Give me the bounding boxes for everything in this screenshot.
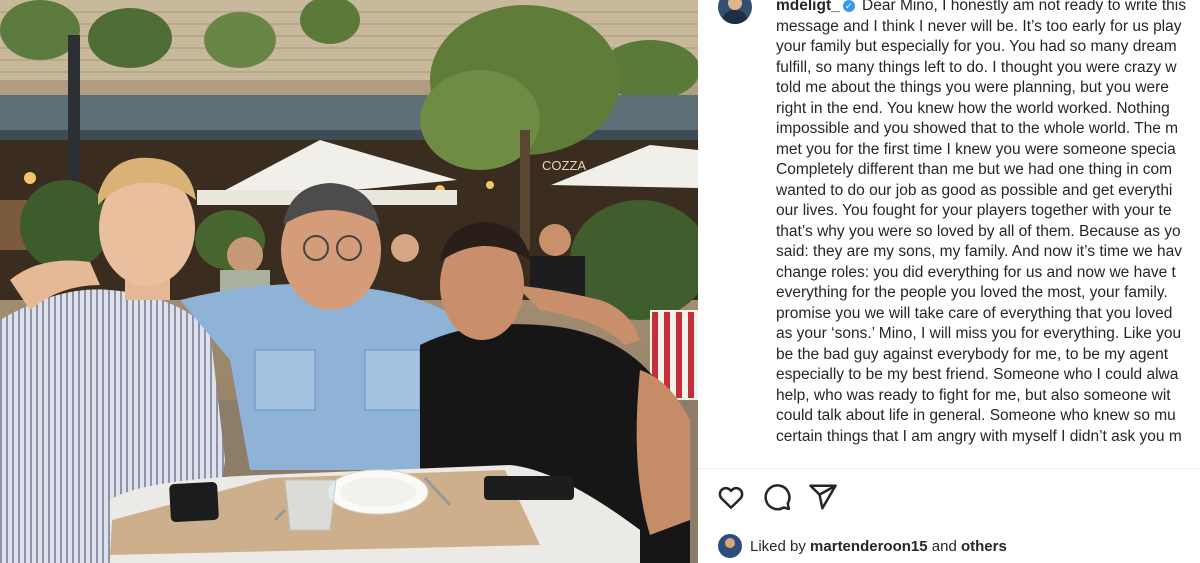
comment-button[interactable] — [762, 482, 792, 512]
heart-icon — [718, 486, 744, 509]
caption-scroll-area[interactable]: mdeligt_ ✓ Dear Mino, I honestly am not r… — [698, 0, 1200, 468]
share-icon — [809, 484, 837, 510]
caption-line: promise you we will take care of everyth… — [776, 304, 1173, 322]
caption-line: your family but especially for you. You … — [776, 38, 1177, 55]
share-button[interactable] — [808, 482, 838, 512]
caption-line: fulfill, so many things left to do. I th… — [776, 58, 1177, 76]
caption-line: told me about the things you were planni… — [776, 79, 1169, 96]
post-sidebar: mdeligt_ ✓ Dear Mino, I honestly am not r… — [698, 0, 1200, 563]
caption-line: certain things that I am angry with myse… — [776, 427, 1182, 445]
post-photo[interactable]: COZZA — [0, 0, 698, 563]
verified-badge-icon: ✓ — [842, 0, 855, 12]
author-username[interactable]: mdeligt_ — [776, 0, 840, 14]
caption-line: everything for the people you loved the … — [776, 284, 1168, 301]
author-avatar[interactable] — [718, 0, 752, 24]
like-button[interactable] — [716, 482, 746, 512]
restaurant-sign: COZZA — [542, 158, 586, 173]
likes-prefix: Liked by — [750, 537, 806, 555]
caption-line: Completely different than me but we had … — [776, 161, 1173, 178]
caption-line: help, who was ready to fight for me, but… — [776, 386, 1171, 404]
comment-icon — [764, 484, 791, 511]
caption-line: impossible and you showed that to the wh… — [776, 120, 1179, 137]
liker-username[interactable]: martenderoon15 — [810, 538, 928, 555]
likes-others-link[interactable]: others — [961, 538, 1007, 555]
caption-line: mdeligt_ ✓ Dear Mino, I honestly am not r… — [776, 0, 1200, 17]
photo-scene: COZZA — [0, 0, 698, 563]
caption-line: wanted to do our job as good as possible… — [776, 181, 1173, 199]
likes-summary: Liked by martenderoon15 and others — [718, 533, 1007, 559]
caption-line: could talk about life in general. Someon… — [776, 407, 1176, 424]
caption-text: Dear Mino, I honestly am not ready to wr… — [862, 0, 1186, 14]
caption-line: change roles: you did everything for us … — [776, 263, 1176, 281]
caption-line: especially to be my best friend. Someone… — [776, 366, 1179, 383]
likes-conjunction: and — [931, 537, 957, 555]
caption-line: that’s why you were so loved by all of t… — [776, 222, 1181, 240]
post-caption: mdeligt_ ✓ Dear Mino, I honestly am not r… — [776, 0, 1200, 447]
caption-line: our lives. You fought for your players t… — [776, 202, 1172, 219]
caption-line: right in the end. You knew how the world… — [776, 99, 1170, 117]
section-divider — [698, 468, 1200, 469]
caption-line: message and I think I never will be. It’… — [776, 17, 1182, 35]
liker-avatar[interactable] — [718, 534, 742, 558]
caption-line: be the bad guy against everybody for me,… — [776, 345, 1169, 363]
caption-line: as your ‘sons.’ Mino, I will miss you fo… — [776, 325, 1182, 342]
caption-line: met you for the first time I knew you we… — [776, 140, 1176, 158]
caption-line: said: they are my sons, my family. And n… — [776, 243, 1183, 260]
